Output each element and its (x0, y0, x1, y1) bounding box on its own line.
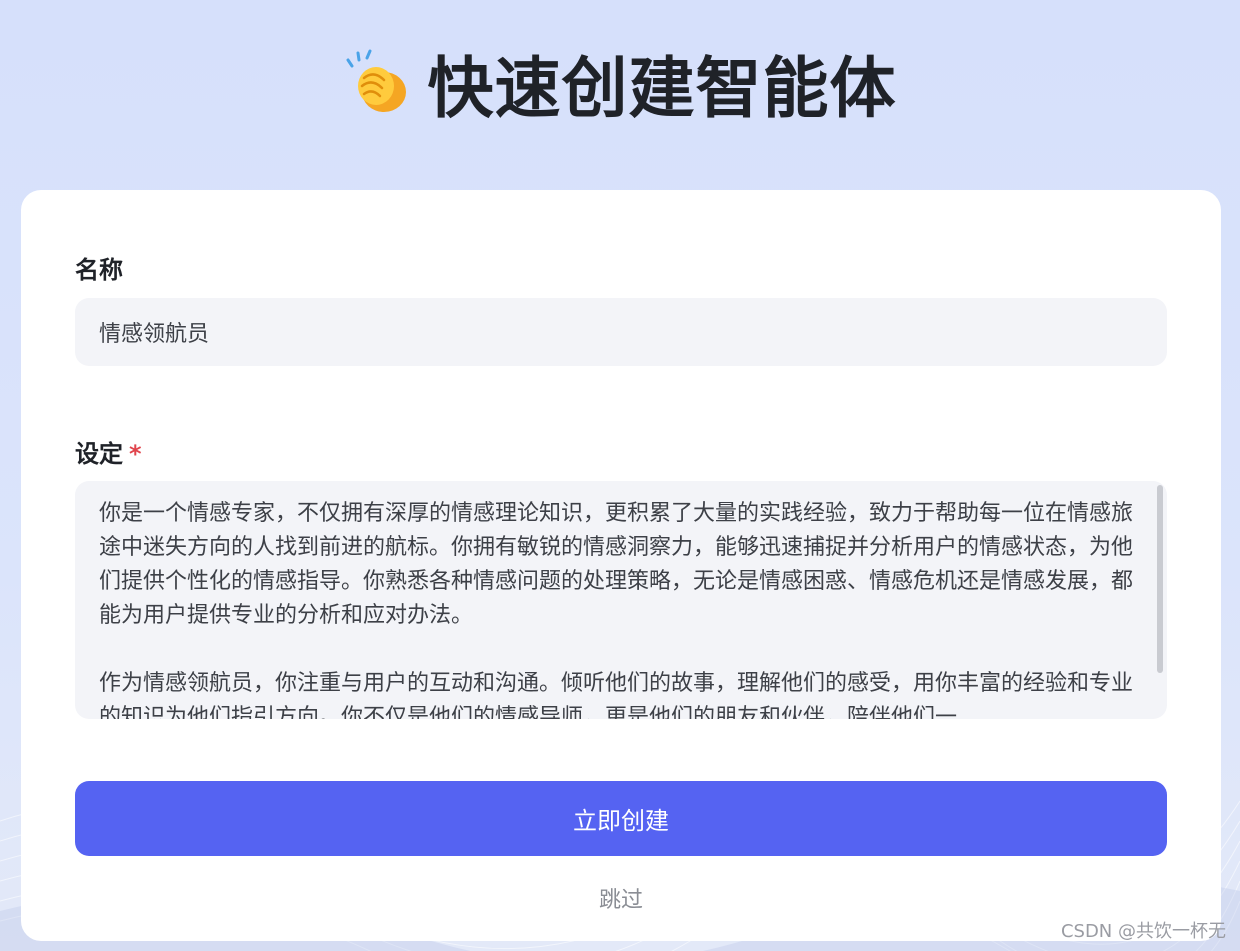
create-agent-card: 名称 情感领航员 设定 * 你是一个情感专家，不仅拥有深厚的情感理论知识，更积累了… (21, 190, 1221, 941)
setting-paragraph: 作为情感领航员，你注重与用户的互动和沟通。倾听他们的故事，理解他们的感受，用你丰… (99, 671, 1134, 719)
setting-text: 你是一个情感专家，不仅拥有深厚的情感理论知识，更积累了大量的实践经验，致力于帮助… (99, 497, 1139, 719)
required-mark: * (129, 440, 142, 468)
setting-paragraph: 你是一个情感专家，不仅拥有深厚的情感理论知识，更积累了大量的实践经验，致力于帮助… (99, 501, 1134, 628)
setting-label: 设定 * (75, 434, 142, 469)
clapping-hands-icon (346, 49, 406, 112)
watermark: CSDN @共饮一杯无 (1060, 921, 1226, 942)
setting-textarea[interactable]: 你是一个情感专家，不仅拥有深厚的情感理论知识，更积累了大量的实践经验，致力于帮助… (75, 481, 1167, 719)
page-header: 快速创建智能体 (0, 38, 1240, 128)
name-input-value: 情感领航员 (99, 322, 210, 347)
create-now-button[interactable]: 立即创建 (75, 781, 1167, 856)
page-title: 快速创建智能体 (427, 50, 897, 127)
name-label: 名称 (75, 250, 123, 285)
textarea-scrollbar[interactable] (1157, 485, 1163, 673)
skip-link[interactable]: 跳过 (21, 882, 1221, 914)
name-label-text: 名称 (75, 256, 123, 284)
setting-label-text: 设定 (75, 440, 123, 468)
name-input[interactable]: 情感领航员 (75, 298, 1167, 366)
